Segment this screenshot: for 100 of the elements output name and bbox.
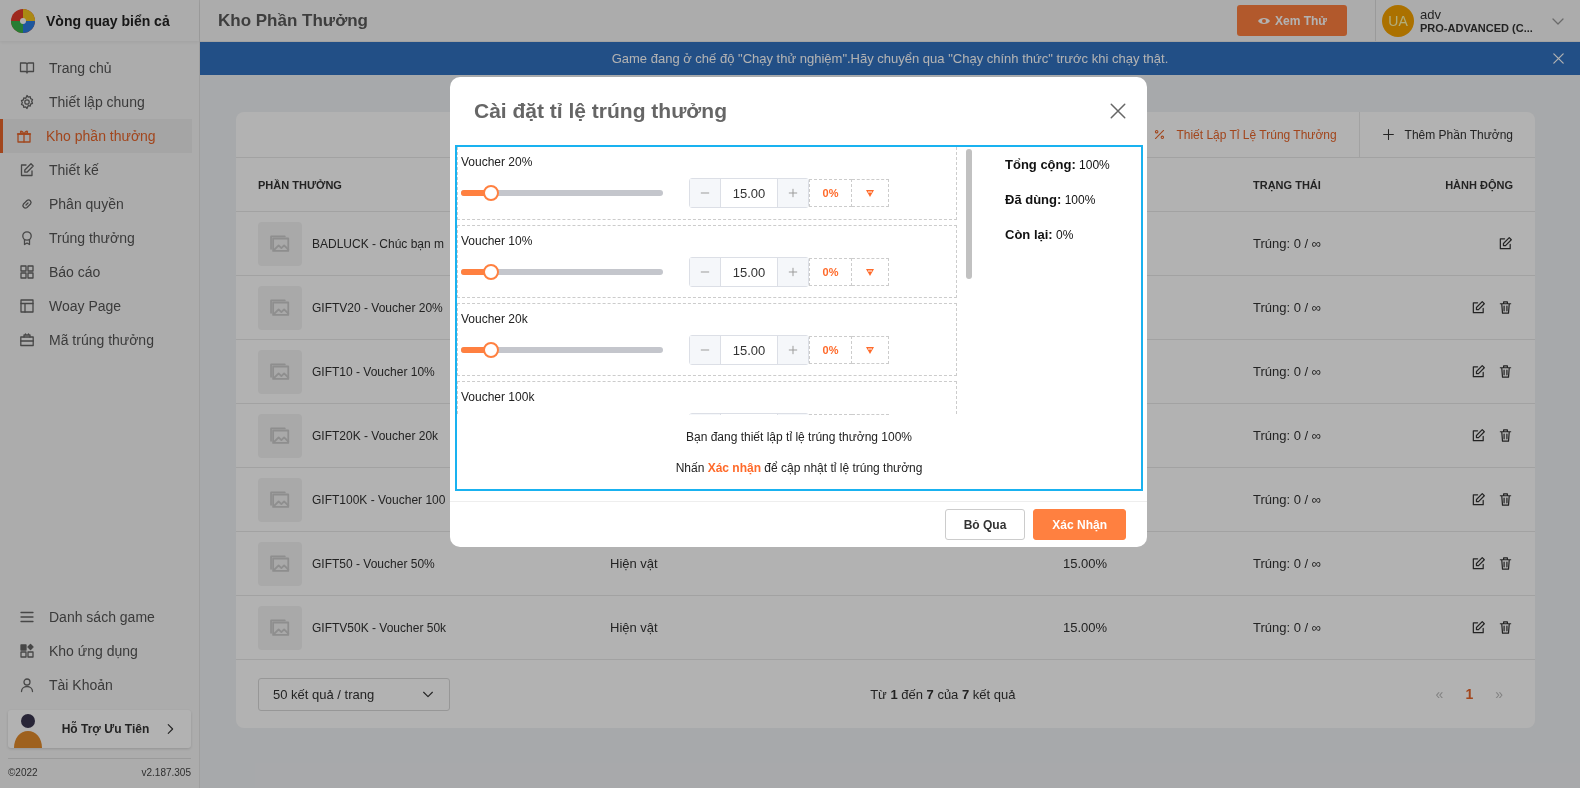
- sidebar-item[interactable]: Woay Page: [0, 289, 192, 323]
- prize-label: Voucher 10%: [461, 234, 534, 248]
- sidebar-item[interactable]: Kho ứng dụng: [0, 634, 192, 668]
- rate-summary-text: Còn lại: 0%: [1005, 227, 1075, 242]
- sidebar-item[interactable]: Thiết kế: [0, 153, 192, 187]
- edit-icon: [1471, 364, 1486, 379]
- increment-button[interactable]: [778, 179, 808, 207]
- edit-icon: [1471, 620, 1486, 635]
- edit-button[interactable]: [1471, 620, 1486, 635]
- rate-stepper[interactable]: 15.00: [689, 257, 809, 287]
- trash-icon: [1498, 428, 1513, 443]
- delete-button[interactable]: [1498, 620, 1513, 635]
- app-name: Vòng quay biển cả: [46, 12, 170, 29]
- add-reward-button[interactable]: Thêm Phần Thưởng: [1358, 112, 1535, 157]
- reward-name: GIFT10 - Voucher 10%: [312, 364, 435, 379]
- gem-button[interactable]: [852, 336, 889, 364]
- share-button[interactable]: 0%: [809, 179, 852, 207]
- rate-note: Bạn đang thiết lập tỉ lệ trúng thưởng 100%: [684, 430, 914, 444]
- prize-label: Voucher 20k: [461, 312, 529, 326]
- rate-slider[interactable]: [461, 185, 663, 201]
- banner-message: Game đang ở chế độ "Chạy thử nghiệm".Hãy chuyển qua "Chạy chính thức" trước khi chạy thật.: [611, 51, 1169, 66]
- results-summary: Từ 1 đến 7 của 7 kết quả: [869, 686, 1017, 702]
- rate-slider[interactable]: [461, 264, 663, 280]
- delete-button[interactable]: [1498, 300, 1513, 315]
- edit-icon: [1471, 428, 1486, 443]
- wheel-logo-icon: [10, 7, 36, 34]
- grid-icon: [19, 264, 35, 280]
- edit-button[interactable]: [1498, 236, 1513, 251]
- delete-button[interactable]: [1498, 364, 1513, 379]
- share-button[interactable]: 0%: [809, 258, 852, 286]
- gift-icon: [16, 128, 32, 144]
- reward-type: Hiện vật: [610, 556, 658, 571]
- share-button[interactable]: 0%: [809, 336, 852, 364]
- rate-summary-text: Tổng cộng: 100%: [1005, 157, 1110, 172]
- edit-button[interactable]: [1471, 364, 1486, 379]
- sidebar-item[interactable]: Trang chủ: [0, 51, 192, 85]
- reward-name: BADLUCK - Chúc bạn m: [312, 236, 445, 251]
- sidebar-item[interactable]: Tài Khoản: [0, 668, 192, 702]
- delete-button[interactable]: [1498, 556, 1513, 571]
- sidebar-item[interactable]: Thiết lập chung: [0, 85, 192, 119]
- edit-icon: [1498, 236, 1513, 251]
- trash-icon: [1498, 620, 1513, 635]
- edit-button[interactable]: [1471, 556, 1486, 571]
- apps-icon: [19, 643, 35, 659]
- ticket-icon: [19, 332, 35, 348]
- gem-button[interactable]: [852, 179, 889, 207]
- reward-status: Trúng: 0 / ∞: [1253, 300, 1323, 315]
- rate-stepper[interactable]: 15.00: [689, 335, 809, 365]
- sidebar-item[interactable]: Báo cáo: [0, 255, 192, 289]
- reward-status: Trúng: 0 / ∞: [1253, 556, 1323, 571]
- settings-icon: [19, 94, 35, 110]
- user-plan: PRO-ADVANCED (C...: [1420, 22, 1534, 34]
- rate-input[interactable]: 15.00: [720, 336, 778, 364]
- page-title: Kho Phần Thưởng: [218, 10, 369, 31]
- plus-icon: [1381, 128, 1395, 141]
- rate-summary-text: Đã dùng: 100%: [1005, 192, 1097, 207]
- menu-icon: [19, 609, 35, 625]
- sidebar-item[interactable]: Mã trúng thưởng: [0, 323, 192, 357]
- support-button[interactable]: Hỗ Trợ Ưu Tiên: [8, 710, 191, 748]
- edit-icon: [1471, 300, 1486, 315]
- rate-input[interactable]: 15.00: [720, 179, 778, 207]
- link-icon: [19, 196, 35, 212]
- reward-status: Trúng: 0 / ∞: [1253, 236, 1323, 251]
- trash-icon: [1498, 300, 1513, 315]
- gem-icon: [865, 188, 875, 198]
- column-header: PHẦN THƯỞNG: [258, 178, 343, 191]
- increment-button[interactable]: [778, 258, 808, 286]
- gem-icon: [865, 267, 875, 277]
- rate-input[interactable]: 15.00: [720, 258, 778, 286]
- book-icon: [19, 60, 35, 76]
- user-icon: [19, 677, 35, 693]
- close-button[interactable]: [1109, 102, 1127, 120]
- increment-button[interactable]: [778, 336, 808, 364]
- cancel-button[interactable]: Bỏ Qua: [944, 509, 1026, 540]
- rate-slider[interactable]: [461, 342, 663, 358]
- page-button[interactable]: 1: [1465, 686, 1474, 702]
- delete-button[interactable]: [1498, 428, 1513, 443]
- version-text: v2.187.305: [141, 767, 191, 778]
- gem-button[interactable]: [852, 258, 889, 286]
- award-icon: [19, 230, 35, 246]
- modal-title: Cài đặt tỉ lệ trúng thưởng: [474, 99, 727, 123]
- page-size-select[interactable]: 50 kết quả / trang: [258, 677, 450, 711]
- close-icon: [1109, 102, 1127, 120]
- reward-status: Trúng: 0 / ∞: [1253, 620, 1323, 635]
- edit-button[interactable]: [1471, 300, 1486, 315]
- reward-status: Trúng: 0 / ∞: [1253, 492, 1323, 507]
- edit-button[interactable]: [1471, 428, 1486, 443]
- rate-stepper[interactable]: 15.00: [689, 178, 809, 208]
- sidebar-item[interactable]: Trúng thưởng: [0, 221, 192, 255]
- scrollbar[interactable]: [966, 149, 972, 279]
- delete-button[interactable]: [1498, 492, 1513, 507]
- sidebar-item[interactable]: Phân quyền: [0, 187, 192, 221]
- reward-rate: 15.00%: [1063, 556, 1108, 571]
- edit-button[interactable]: [1471, 492, 1486, 507]
- confirm-hint: Nhấn Xác nhận để cập nhật tỉ lệ trúng thưởng: [674, 461, 924, 475]
- sidebar-item[interactable]: Danh sách game: [0, 600, 192, 634]
- column-header: HÀNH ĐỘNG: [1444, 178, 1513, 191]
- trash-icon: [1498, 556, 1513, 571]
- reward-name: GIFT20K - Voucher 20k: [312, 428, 439, 443]
- trash-icon: [1498, 492, 1513, 507]
